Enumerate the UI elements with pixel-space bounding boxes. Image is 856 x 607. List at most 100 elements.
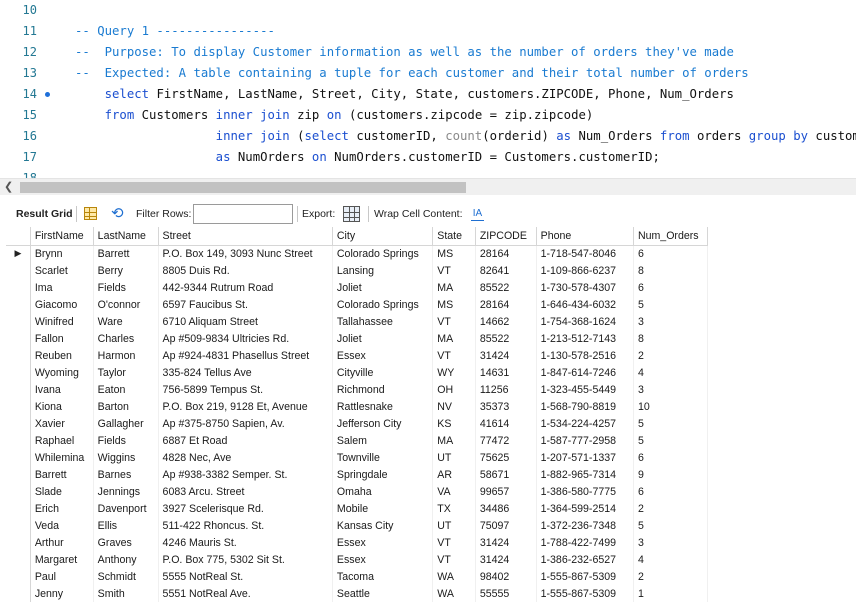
table-row[interactable]: Ima Fields 442-9344 Rutrum Road Joliet MA 855…	[6, 279, 709, 296]
table-cell[interactable]: 1-788-422-7499	[536, 534, 634, 551]
table-cell[interactable]: 511-422 Rhoncus. St.	[158, 517, 333, 534]
table-cell[interactable]: Springdale	[332, 466, 434, 483]
table-row[interactable]: Erich Davenport 3927 Scelerisque Rd. Mobile…	[6, 500, 709, 517]
table-cell[interactable]: MA	[432, 432, 476, 449]
code-line[interactable]: 10	[0, 0, 856, 21]
table-cell[interactable]: 75625	[475, 449, 537, 466]
row-selector-header[interactable]	[6, 227, 31, 246]
table-cell[interactable]: Richmond	[332, 381, 434, 398]
row-selector[interactable]	[6, 330, 31, 347]
table-cell[interactable]: 5	[633, 432, 709, 449]
table-cell[interactable]: 3	[633, 381, 709, 398]
table-cell[interactable]: Fallon	[30, 330, 94, 347]
row-selector[interactable]	[6, 551, 31, 568]
table-cell[interactable]: Seattle	[332, 585, 434, 602]
row-selector[interactable]	[6, 483, 31, 500]
table-cell[interactable]: P.O. Box 149, 3093 Nunc Street	[158, 245, 333, 262]
code-line[interactable]: 11 -- Query 1 ----------------	[0, 21, 856, 42]
table-cell[interactable]: 2	[633, 347, 709, 364]
table-cell[interactable]: P.O. Box 219, 9128 Et, Avenue	[158, 398, 333, 415]
table-cell[interactable]: Barton	[93, 398, 159, 415]
table-cell[interactable]: 1-882-965-7314	[536, 466, 634, 483]
table-cell[interactable]: 1-109-866-6237	[536, 262, 634, 279]
table-cell[interactable]: Kansas City	[332, 517, 434, 534]
table-cell[interactable]: 6	[633, 483, 709, 500]
table-cell[interactable]: 6	[633, 279, 709, 296]
table-cell[interactable]: WA	[432, 585, 476, 602]
table-cell[interactable]: Fields	[93, 279, 159, 296]
column-header[interactable]: State	[432, 227, 476, 246]
scrollbar-thumb[interactable]	[20, 182, 466, 193]
result-grid-tab[interactable]: Result Grid	[16, 203, 73, 225]
table-cell[interactable]: 11256	[475, 381, 537, 398]
table-cell[interactable]: Ap #924-4831 Phasellus Street	[158, 347, 333, 364]
table-cell[interactable]: VT	[432, 534, 476, 551]
table-cell[interactable]: 3927 Scelerisque Rd.	[158, 500, 333, 517]
table-cell[interactable]: 1-730-578-4307	[536, 279, 634, 296]
table-cell[interactable]: 2	[633, 568, 709, 585]
column-header[interactable]: Num_Orders	[633, 227, 709, 246]
table-cell[interactable]: Brynn	[30, 245, 94, 262]
table-cell[interactable]: Berry	[93, 262, 159, 279]
table-cell[interactable]: 4	[633, 364, 709, 381]
table-cell[interactable]: O'connor	[93, 296, 159, 313]
table-cell[interactable]: Schmidt	[93, 568, 159, 585]
table-cell[interactable]: Kiona	[30, 398, 94, 415]
table-cell[interactable]: Scarlet	[30, 262, 94, 279]
row-selector[interactable]	[6, 534, 31, 551]
table-cell[interactable]: VT	[432, 313, 476, 330]
table-cell[interactable]: 1-555-867-5309	[536, 568, 634, 585]
table-cell[interactable]: 58671	[475, 466, 537, 483]
table-cell[interactable]: 8805 Duis Rd.	[158, 262, 333, 279]
table-cell[interactable]: VT	[432, 551, 476, 568]
table-cell[interactable]: NV	[432, 398, 476, 415]
table-cell[interactable]: 4828 Nec, Ave	[158, 449, 333, 466]
table-cell[interactable]: Ap #938-3382 Semper. St.	[158, 466, 333, 483]
table-cell[interactable]: 1-587-777-2958	[536, 432, 634, 449]
table-cell[interactable]: P.O. Box 775, 5302 Sit St.	[158, 551, 333, 568]
table-cell[interactable]: MA	[432, 279, 476, 296]
row-selector[interactable]: ▶	[6, 245, 31, 262]
code-line[interactable]: 15 from Customers inner join zip on (cus…	[0, 105, 856, 126]
table-cell[interactable]: 8	[633, 262, 709, 279]
table-cell[interactable]: Salem	[332, 432, 434, 449]
row-selector[interactable]	[6, 262, 31, 279]
row-selector[interactable]	[6, 313, 31, 330]
table-cell[interactable]: 31424	[475, 347, 537, 364]
table-cell[interactable]: Graves	[93, 534, 159, 551]
table-cell[interactable]: 4246 Mauris St.	[158, 534, 333, 551]
export-icon[interactable]	[343, 206, 360, 222]
table-cell[interactable]: MA	[432, 330, 476, 347]
grid-view-icon[interactable]	[84, 207, 97, 220]
row-selector[interactable]	[6, 415, 31, 432]
table-cell[interactable]: Mobile	[332, 500, 434, 517]
table-cell[interactable]: 55555	[475, 585, 537, 602]
table-cell[interactable]: 1-386-580-7775	[536, 483, 634, 500]
table-cell[interactable]: 1-372-236-7348	[536, 517, 634, 534]
table-row[interactable]: Winifred Ware 6710 Aliquam Street Tallahass…	[6, 313, 709, 330]
table-cell[interactable]: 85522	[475, 330, 537, 347]
table-cell[interactable]: Ap #375-8750 Sapien, Av.	[158, 415, 333, 432]
table-cell[interactable]: 5555 NotReal St.	[158, 568, 333, 585]
table-cell[interactable]: 28164	[475, 296, 537, 313]
table-cell[interactable]: Wyoming	[30, 364, 94, 381]
table-cell[interactable]: 335-824 Tellus Ave	[158, 364, 333, 381]
editor-horizontal-scrollbar[interactable]: ❮	[0, 178, 856, 195]
table-cell[interactable]: Lansing	[332, 262, 434, 279]
table-cell[interactable]: Omaha	[332, 483, 434, 500]
table-cell[interactable]: 6597 Faucibus St.	[158, 296, 333, 313]
table-row[interactable]: Reuben Harmon Ap #924-4831 Phasellus Stree…	[6, 347, 709, 364]
table-cell[interactable]: Colorado Springs	[332, 296, 434, 313]
table-row[interactable]: Xavier Gallagher Ap #375-8750 Sapien, Av. J…	[6, 415, 709, 432]
code-line[interactable]: 16 inner join (select customerID, count(…	[0, 126, 856, 147]
table-cell[interactable]: Smith	[93, 585, 159, 602]
table-cell[interactable]: Harmon	[93, 347, 159, 364]
table-cell[interactable]: Margaret	[30, 551, 94, 568]
table-cell[interactable]: 5	[633, 296, 709, 313]
table-row[interactable]: Paul Schmidt 5555 NotReal St. Tacoma WA 98402…	[6, 568, 709, 585]
table-cell[interactable]: AR	[432, 466, 476, 483]
table-cell[interactable]: 6710 Aliquam Street	[158, 313, 333, 330]
table-row[interactable]: Margaret Anthony P.O. Box 775, 5302 Sit St…	[6, 551, 709, 568]
table-cell[interactable]: 34486	[475, 500, 537, 517]
table-cell[interactable]: 98402	[475, 568, 537, 585]
